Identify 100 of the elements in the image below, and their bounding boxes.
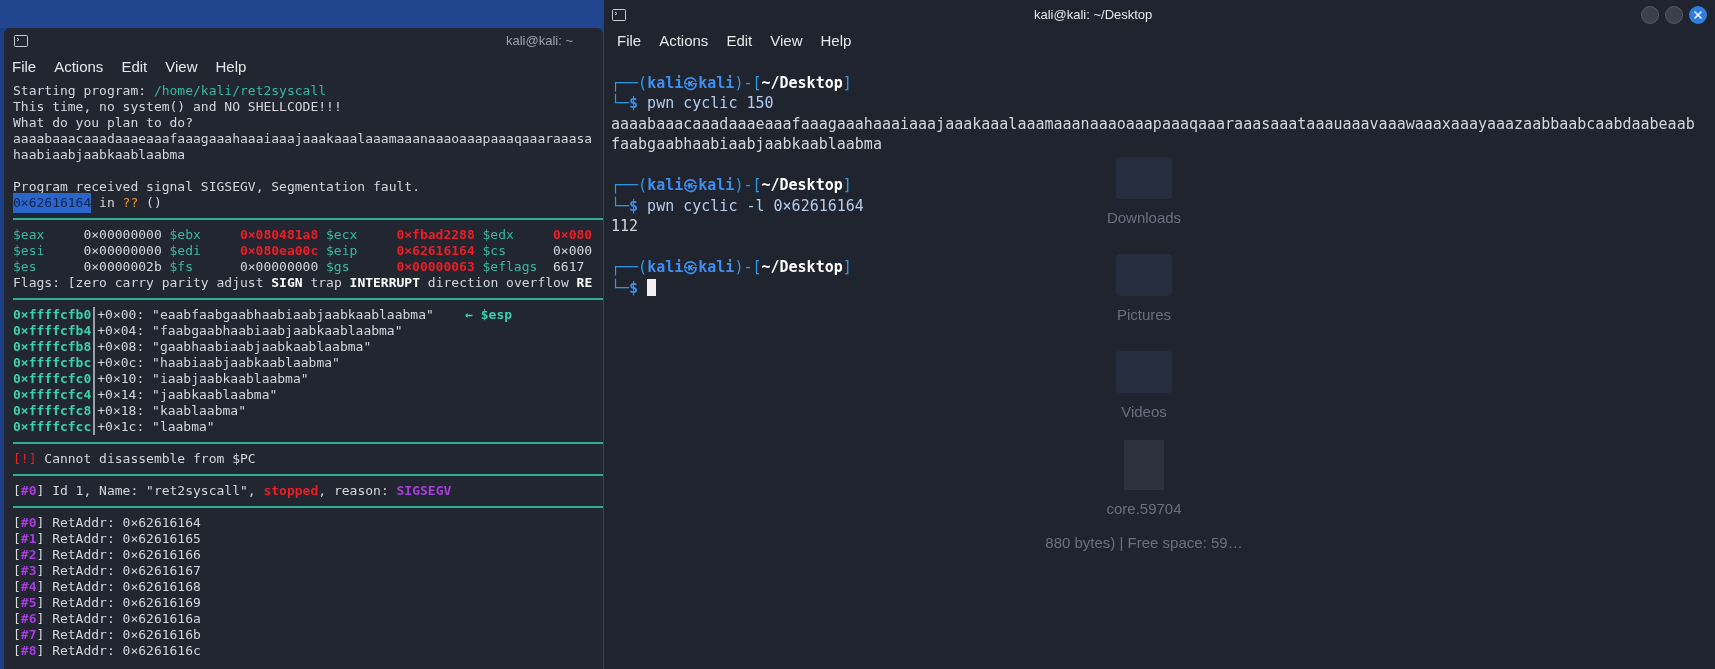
terminal-text: └─ xyxy=(611,92,630,114)
terminal-text: in xyxy=(98,194,116,213)
register-value: 0×00000000 xyxy=(239,258,320,277)
terminal-text: #0 xyxy=(20,482,37,501)
terminal-text: ┌──( xyxy=(611,257,648,278)
register-name: $edx xyxy=(482,226,515,245)
terminal-text: trap xyxy=(309,274,343,293)
stack-value: "faabgaabhaabiaabjaabkaablaabma" xyxy=(152,322,403,341)
register-value: 0×000 xyxy=(553,242,593,261)
terminal-text: ] RetAddr: 0×62616166 xyxy=(36,546,201,565)
register-name: $ebx xyxy=(169,226,202,245)
stack-address: 0×ffffcfcc xyxy=(13,418,92,437)
register-value: 0×080 xyxy=(553,226,593,245)
terminal-text: #7 xyxy=(20,626,37,645)
terminal-text: Flags: [zero carry parity adjust xyxy=(13,274,265,293)
menu-item[interactable]: Help xyxy=(215,55,247,79)
window-title: kali@kali: ~ xyxy=(505,32,573,51)
stack-offset: +0×00: xyxy=(97,306,145,325)
stack-offset: +0×14: xyxy=(97,386,145,405)
terminal-text: Starting program: xyxy=(13,82,148,101)
terminal-text: ] RetAddr: 0×62616168 xyxy=(36,578,201,597)
menu-item[interactable]: Actions xyxy=(54,55,104,79)
terminal-text: #8 xyxy=(20,642,37,661)
menu-item[interactable]: File xyxy=(617,29,642,53)
terminal-text: ] RetAddr: 0×6261616c xyxy=(36,642,201,661)
terminal-text: haabiaabjaabkaablaabma xyxy=(13,146,186,165)
terminal-text: kali㉿kali xyxy=(647,257,735,278)
terminal-text: Cannot disassemble from $PC xyxy=(43,450,256,469)
stack-address: 0×ffffcfc4 xyxy=(13,386,92,405)
terminal-text: 112 xyxy=(611,216,639,237)
maximize-button[interactable] xyxy=(1665,6,1683,24)
terminal-text: ┌──( xyxy=(611,72,648,93)
menu-item[interactable]: File xyxy=(12,55,37,79)
menu-item[interactable]: Edit xyxy=(121,55,148,79)
register-value: 0×fbad2288 xyxy=(396,226,476,245)
terminal-text: INTERRUPT xyxy=(349,274,420,293)
terminal-text: $ xyxy=(629,195,639,217)
terminal-text: [ xyxy=(13,530,21,549)
menu-item[interactable]: Edit xyxy=(726,29,753,53)
terminal-text: #1 xyxy=(20,530,37,549)
terminal-text: ] RetAddr: 0×62616169 xyxy=(36,594,201,613)
terminal-text: SIGN xyxy=(271,274,303,293)
register-name: $edi xyxy=(169,242,202,261)
desktop-item-label: Downloads xyxy=(1106,207,1182,228)
stack-value: "kaablaabma" xyxy=(152,402,246,421)
terminal-text: └─ xyxy=(611,195,630,217)
terminal-text: ~/Desktop xyxy=(761,175,843,196)
register-name: $eax xyxy=(13,226,46,245)
menu-item[interactable]: Actions xyxy=(659,29,709,53)
register-name: $fs xyxy=(169,258,194,277)
window-title: kali@kali: ~/Desktop xyxy=(1034,6,1153,25)
stack-value: "iaabjaabkaablaabma" xyxy=(152,370,309,389)
register-value: 0×080481a8 xyxy=(239,226,320,245)
highlighted-address: 0×62616164 xyxy=(13,193,92,213)
terminal-text: ~/Desktop xyxy=(761,257,843,278)
menu-item[interactable]: View xyxy=(165,55,198,79)
terminal-text: aaaabaaacaaadaaaeaaafaaagaaahaaaiaaajaaakaaalaaamaaanaaaoaaapaaaqaaaraaasaaataaauaaavaaawaaaxaaayaaazaabbaabcaabdaabeaab xyxy=(611,113,1695,135)
stack-address: 0×ffffcfbc xyxy=(13,354,92,373)
stack-offset: +0×10: xyxy=(97,370,145,389)
stack-address: 0×ffffcfc8 xyxy=(13,402,92,421)
terminal-text: [ xyxy=(13,610,21,629)
close-button[interactable] xyxy=(1689,6,1707,24)
minimize-button[interactable] xyxy=(1641,6,1659,24)
terminal-text: aaaabaaacaaadaaaeaaafaaagaaahaaaiaaajaaakaaalaaamaaanaaaoaaapaaaqaaaraaasa xyxy=(13,130,593,149)
status-text: 880 bytes) | Free space: 59… xyxy=(1045,533,1243,553)
menu-item[interactable]: View xyxy=(770,29,803,53)
terminal-text: RE xyxy=(576,274,593,293)
terminal-text: )-[ xyxy=(734,257,762,278)
terminal-icon xyxy=(14,35,28,47)
desktop-item-label: Pictures xyxy=(1116,304,1172,325)
terminal-text: )-[ xyxy=(734,175,762,196)
terminal-text: /home/kali/ret2syscall xyxy=(153,82,327,101)
terminal-text: kali㉿kali xyxy=(647,175,735,196)
register-name: $ecx xyxy=(326,226,359,245)
terminal-text: $ xyxy=(629,277,639,299)
terminal-text: #5 xyxy=(20,594,37,613)
stack-value: "gaabhaabiaabjaabkaablaabma" xyxy=(152,338,372,357)
terminal-text: , reason: xyxy=(318,482,390,501)
terminal-text: [ xyxy=(13,562,21,581)
terminal-text: #4 xyxy=(20,578,37,597)
terminal-text: ~/Desktop xyxy=(761,72,843,94)
stack-value: "jaabkaablaabma" xyxy=(152,386,278,405)
stack-address: 0×ffffcfb0 xyxy=(13,306,92,325)
terminal-text: └─ xyxy=(611,277,630,299)
register-name: $eip xyxy=(326,242,359,261)
terminal-text: ] Id 1, Name: "ret2syscall", xyxy=(36,482,257,501)
register-value: 0×080ea00c xyxy=(239,242,320,261)
terminal-text: kali㉿kali xyxy=(647,72,735,94)
terminal-text: [ xyxy=(13,482,21,501)
terminal-text: #2 xyxy=(20,546,37,565)
close-icon xyxy=(1692,9,1704,21)
menu-item[interactable]: Help xyxy=(820,29,852,53)
stack-offset: +0×08: xyxy=(97,338,145,357)
terminal-text: #0 xyxy=(20,514,37,533)
register-value: 6617 xyxy=(553,258,585,277)
stack-value: "eaabfaabgaabhaabiaabjaabkaablaabma" xyxy=(152,306,434,325)
terminal-text: pwn cyclic 150 xyxy=(646,93,774,114)
terminal-text: )-[ xyxy=(734,72,762,94)
terminal-text: [ xyxy=(13,594,21,613)
terminal-icon xyxy=(612,9,626,21)
